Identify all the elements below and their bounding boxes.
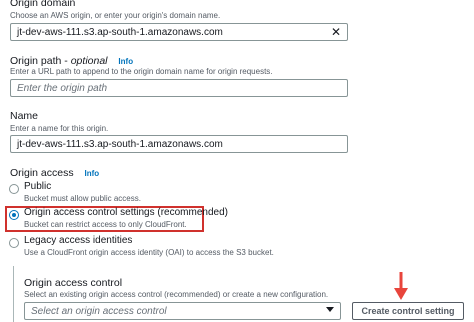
public-option-description: Bucket must allow public access. [24,194,141,203]
oac-label: Origin access control [24,277,123,289]
optional-text: optional [70,55,108,67]
name-value: jt-dev-aws-111.s3.ap-south-1.amazonaws.c… [17,138,223,150]
public-radio[interactable] [9,184,19,194]
origin-path-input[interactable]: Enter the origin path [10,79,348,97]
origin-domain-label: Origin domain [10,0,76,9]
origin-path-label-text: Origin path [10,55,62,67]
legacy-option-label[interactable]: Legacy access identities [24,235,132,246]
oac-option-label[interactable]: Origin access control settings (recommen… [24,207,228,218]
name-input[interactable]: jt-dev-aws-111.s3.ap-south-1.amazonaws.c… [10,135,348,153]
origin-access-info-link[interactable]: Info [85,169,100,178]
origin-access-label-text: Origin access [10,167,74,179]
origin-path-label: Origin path - optional Info [10,55,134,67]
origin-domain-input[interactable]: jt-dev-aws-111.s3.ap-south-1.amazonaws.c… [10,23,348,41]
origin-domain-description: Choose an AWS origin, or enter your orig… [10,11,221,20]
name-description: Enter a name for this origin. [10,124,109,133]
oac-select[interactable]: Select an origin access control [24,302,341,320]
arrow-down-icon [394,272,408,300]
legacy-option-description: Use a CloudFront origin access identity … [24,248,274,257]
origin-path-placeholder: Enter the origin path [17,82,108,94]
clear-icon[interactable]: ✕ [331,25,341,39]
chevron-down-icon [326,307,334,312]
origin-domain-value: jt-dev-aws-111.s3.ap-south-1.amazonaws.c… [17,26,223,38]
oac-description: Select an existing origin access control… [24,290,329,299]
oac-option-description: Bucket can restrict access to only Cloud… [24,220,187,229]
section-divider [13,266,14,322]
legacy-radio[interactable] [9,238,19,248]
origin-path-info-link[interactable]: Info [118,57,133,66]
create-control-setting-button[interactable]: Create control setting [352,302,464,320]
origin-path-description: Enter a URL path to append to the origin… [10,67,273,76]
public-option-label[interactable]: Public [24,181,51,192]
oac-radio[interactable] [9,210,19,220]
name-label: Name [10,110,39,122]
origin-access-label: Origin access Info [10,167,99,179]
oac-placeholder: Select an origin access control [31,305,167,317]
